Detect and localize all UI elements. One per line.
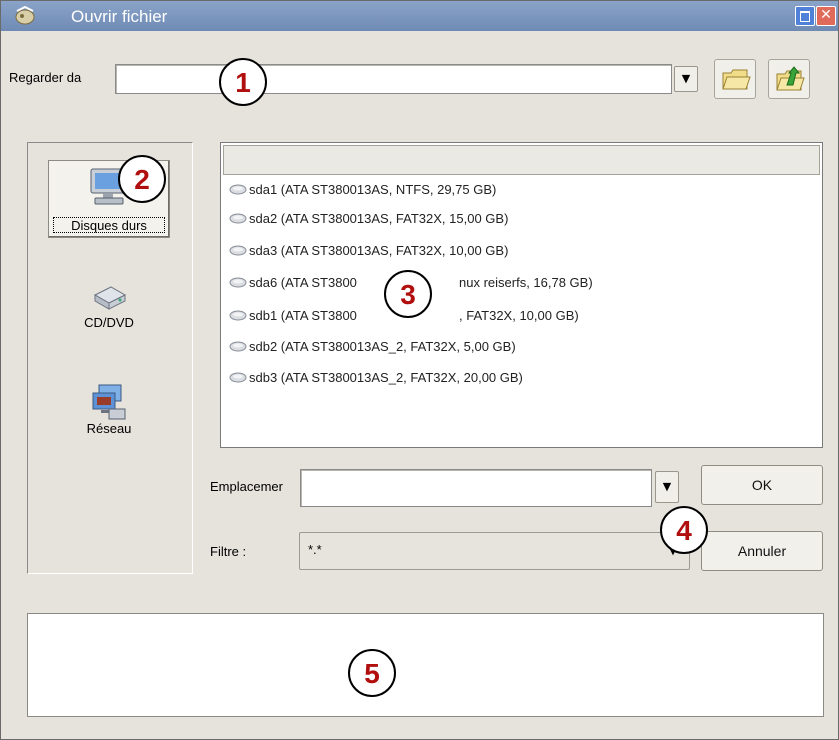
hard-disk-icon — [229, 341, 247, 352]
window-title: Ouvrir fichier — [71, 7, 168, 26]
callout-3: 3 — [384, 270, 432, 318]
hard-disk-icon — [229, 372, 247, 383]
location-dropdown-button[interactable]: ▼ — [655, 471, 679, 503]
list-item-label: sdb3 (ATA ST380013AS_2, FAT32X, 20,00 GB… — [249, 370, 523, 386]
place-network[interactable]: Réseau — [49, 383, 169, 436]
list-item[interactable]: sda2 (ATA ST380013AS, FAT32X, 15,00 GB) — [229, 210, 508, 232]
list-item-label: sdb2 (ATA ST380013AS_2, FAT32X, 5,00 GB) — [249, 339, 516, 355]
close-icon: ✕ — [820, 7, 832, 23]
list-item-tail: nux reiserfs, 16,78 GB) — [459, 274, 593, 296]
location-field[interactable] — [300, 469, 652, 507]
app-icon — [13, 5, 37, 27]
list-item[interactable]: sdb3 (ATA ST380013AS_2, FAT32X, 20,00 GB… — [229, 369, 523, 391]
list-item-label: sda6 (ATA ST3800 — [249, 275, 357, 291]
filter-select[interactable]: *.* — [299, 532, 690, 570]
list-item[interactable]: sdb1 (ATA ST3800 — [229, 307, 357, 329]
look-in-dropdown-button[interactable]: ▼ — [674, 66, 698, 92]
close-button[interactable]: ✕ — [816, 6, 836, 26]
list-item-tail-label: nux reiserfs, 16,78 GB) — [459, 275, 593, 291]
hard-disk-icon — [229, 245, 247, 256]
hard-disk-icon — [229, 310, 247, 321]
folder-open-icon — [722, 69, 751, 90]
list-item-tail: , FAT32X, 10,00 GB) — [459, 307, 579, 329]
cd-drive-icon — [93, 286, 127, 310]
callout-5: 5 — [348, 649, 396, 697]
places-panel: Disques durs CD/DVD Réseau — [27, 142, 193, 574]
title-bar[interactable]: Ouvrir fichier ✕ — [1, 1, 838, 31]
hard-disk-icon — [229, 184, 247, 195]
list-header[interactable] — [223, 145, 820, 175]
list-item-label: sda3 (ATA ST380013AS, FAT32X, 10,00 GB) — [249, 243, 509, 259]
network-icon — [92, 384, 126, 420]
look-in-field[interactable] — [115, 64, 672, 94]
folder-open-button[interactable] — [714, 59, 756, 99]
folder-up-button[interactable] — [768, 59, 810, 99]
list-item-tail-label: , FAT32X, 10,00 GB) — [459, 308, 579, 324]
look-in-label: Regarder da — [9, 70, 82, 85]
folder-up-icon — [776, 66, 805, 91]
callout-4: 4 — [660, 506, 708, 554]
place-cd-dvd[interactable]: CD/DVD — [49, 281, 169, 330]
list-item[interactable]: sda3 (ATA ST380013AS, FAT32X, 10,00 GB) — [229, 242, 508, 264]
hard-disk-icon — [229, 277, 247, 288]
callout-2: 2 — [118, 155, 166, 203]
filter-value: *.* — [308, 542, 322, 557]
chevron-down-icon: ▼ — [681, 72, 691, 85]
filter-label: Filtre : — [210, 544, 247, 559]
list-item[interactable]: sda1 (ATA ST380013AS, NTFS, 29,75 GB) — [229, 181, 496, 203]
hard-disk-icon — [229, 213, 247, 224]
place-label-network: Réseau — [86, 421, 132, 436]
file-list[interactable]: sda1 (ATA ST380013AS, NTFS, 29,75 GB) sd… — [220, 142, 823, 448]
location-label: Emplacemer — [210, 479, 283, 494]
cancel-button[interactable]: Annuler — [701, 531, 823, 571]
chevron-down-icon: ▼ — [662, 480, 672, 493]
open-file-dialog: Ouvrir fichier ✕ Regarder da ▼ Disques d… — [0, 0, 839, 740]
place-label-cd-dvd: CD/DVD — [84, 315, 134, 330]
callout-1: 1 — [219, 58, 267, 106]
ok-button[interactable]: OK — [701, 465, 823, 505]
preview-area — [27, 613, 824, 717]
list-item-label: sda2 (ATA ST380013AS, FAT32X, 15,00 GB) — [249, 211, 509, 227]
place-label-hard-disks: Disques durs — [71, 218, 147, 233]
list-item-label: sdb1 (ATA ST3800 — [249, 308, 357, 324]
maximize-button[interactable] — [795, 6, 815, 26]
list-item[interactable]: sda6 (ATA ST3800 — [229, 274, 357, 296]
list-item[interactable]: sdb2 (ATA ST380013AS_2, FAT32X, 5,00 GB) — [229, 338, 516, 360]
list-item-label: sda1 (ATA ST380013AS, NTFS, 29,75 GB) — [249, 182, 497, 198]
